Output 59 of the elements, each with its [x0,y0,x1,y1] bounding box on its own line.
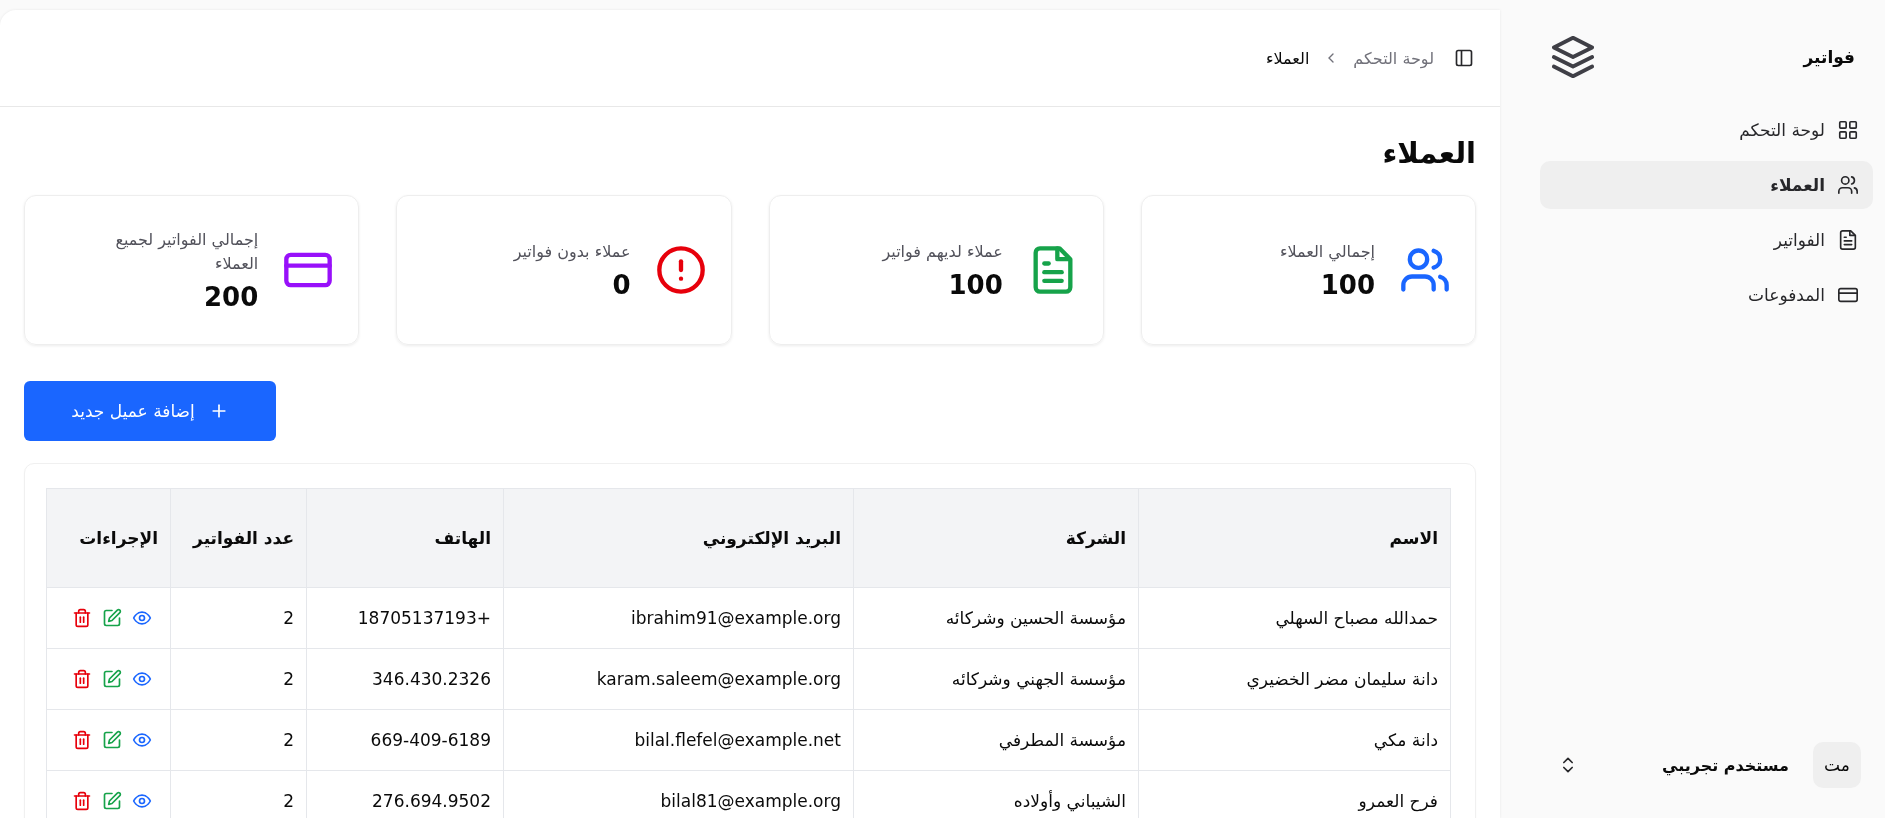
view-eye-icon[interactable] [132,669,152,689]
column-header: الشركة [853,488,1139,588]
table-cell: 2 [170,587,307,649]
grid-icon [1837,119,1859,141]
table-cell: 346.430.2326 [306,648,504,710]
table-cell: فرح العمرو [1138,770,1451,818]
user-avatar: مت [1813,742,1861,788]
breadcrumb-link[interactable]: العملاء [1266,48,1310,68]
view-eye-icon[interactable] [132,730,152,750]
delete-trash-icon[interactable] [72,791,92,811]
table-cell: دانة مكي [1138,709,1451,771]
sidebar-item[interactable]: الفواتير [1540,216,1873,264]
stat-value: 200 [202,282,259,312]
document-icon [1837,229,1859,251]
breadcrumb-link[interactable]: لوحة التحكم [1353,48,1434,68]
table-cell: دانة سليمان مضر الخضيري [1138,648,1451,710]
delete-trash-icon[interactable] [72,608,92,628]
table-cell: 2 [170,648,307,710]
stat-label: عملاء بدون فواتير [513,241,631,264]
app-name: فواتير [1803,47,1855,67]
add-customer-button[interactable]: إضافة عميل جديد [24,381,276,441]
users-icon [1837,174,1859,196]
view-eye-icon[interactable] [132,608,152,628]
sidebar-item[interactable]: لوحة التحكم [1540,106,1873,154]
edit-icon[interactable] [102,608,122,628]
layers-logo-icon [1550,34,1596,80]
stat-value: 0 [611,270,631,300]
table-cell: مؤسسة المطرفي [853,709,1139,771]
column-header: عدد الفواتير [170,488,307,588]
stat-label: عملاء لديهم فواتير [882,241,1003,264]
stat-label: إجمالي الفواتير لجميع العملاء [114,229,259,275]
user-menu[interactable]: مت مستخدم تجريبي [1540,742,1873,788]
table-cell: ibrahim91@example.org [503,587,854,649]
column-header: الإجراءات [46,488,171,588]
sidebar-item[interactable]: المدفوعات [1540,271,1873,319]
edit-icon[interactable] [102,791,122,811]
delete-trash-icon[interactable] [72,669,92,689]
column-header: الهاتف [306,488,504,588]
stat-value: 100 [1319,270,1375,300]
view-eye-icon[interactable] [132,791,152,811]
table-cell: حمدالله مصباح السهلي [1138,587,1451,649]
table-cell: +18705137193 [306,587,504,649]
table-cell: 2 [170,709,307,771]
table-cell: مؤسسة الحسين وشركائه [853,587,1139,649]
page-title: العملاء [1381,135,1476,172]
stat-value: 100 [947,270,1003,300]
user-name: مستخدم تجريبي [1661,755,1789,775]
table-cell: 669-409-6189 [306,709,504,771]
table-cell: bilal.flefel@example.net [503,709,854,771]
sidebar-toggle-icon[interactable] [1454,48,1474,68]
stat-label: إجمالي العملاء [1279,241,1375,264]
column-header: البريد الإلكتروني [503,488,854,588]
edit-icon[interactable] [102,669,122,689]
delete-trash-icon[interactable] [72,730,92,750]
edit-icon[interactable] [102,730,122,750]
column-header: الاسم [1138,488,1451,588]
table-cell: مؤسسة الجهني وشركائه [853,648,1139,710]
table-cell: karam.saleem@example.org [503,648,854,710]
sidebar-item[interactable]: العملاء [1540,161,1873,209]
